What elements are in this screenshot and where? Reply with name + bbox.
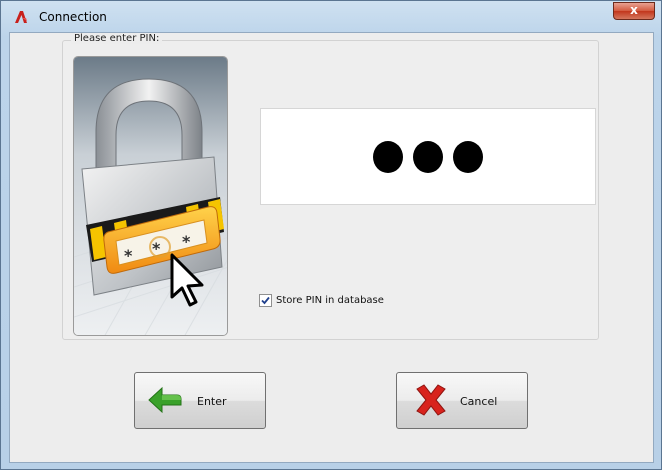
enter-label: Enter — [197, 395, 227, 408]
red-x-icon — [416, 384, 446, 416]
group-label: Please enter PIN: — [71, 33, 163, 44]
window-title: Connection — [39, 10, 107, 24]
checkmark-icon — [261, 296, 270, 305]
app-logo-icon — [15, 11, 27, 23]
connection-window: Connection x Please enter PIN: * * * Sto… — [0, 0, 662, 470]
green-arrow-left-icon — [148, 386, 182, 414]
pin-dot — [453, 140, 483, 173]
title-bar[interactable]: Connection x — [1, 1, 661, 33]
cancel-button[interactable]: Cancel — [396, 372, 528, 429]
cancel-label: Cancel — [460, 395, 498, 408]
close-icon: x — [630, 3, 638, 17]
svg-text:*: * — [124, 246, 133, 265]
enter-button[interactable]: Enter — [134, 372, 266, 429]
store-pin-checkbox[interactable] — [259, 294, 272, 307]
pin-dot — [373, 140, 403, 173]
pin-masked-value — [373, 140, 483, 173]
close-button[interactable]: x — [613, 2, 655, 20]
svg-text:*: * — [182, 232, 191, 251]
pin-dot — [413, 140, 443, 173]
padlock-image: * * * — [73, 56, 228, 336]
store-pin-label[interactable]: Store PIN in database — [276, 295, 384, 306]
store-pin-option[interactable]: Store PIN in database — [259, 294, 384, 307]
pin-input[interactable] — [260, 108, 596, 205]
padlock-icon: * * * — [74, 57, 227, 335]
